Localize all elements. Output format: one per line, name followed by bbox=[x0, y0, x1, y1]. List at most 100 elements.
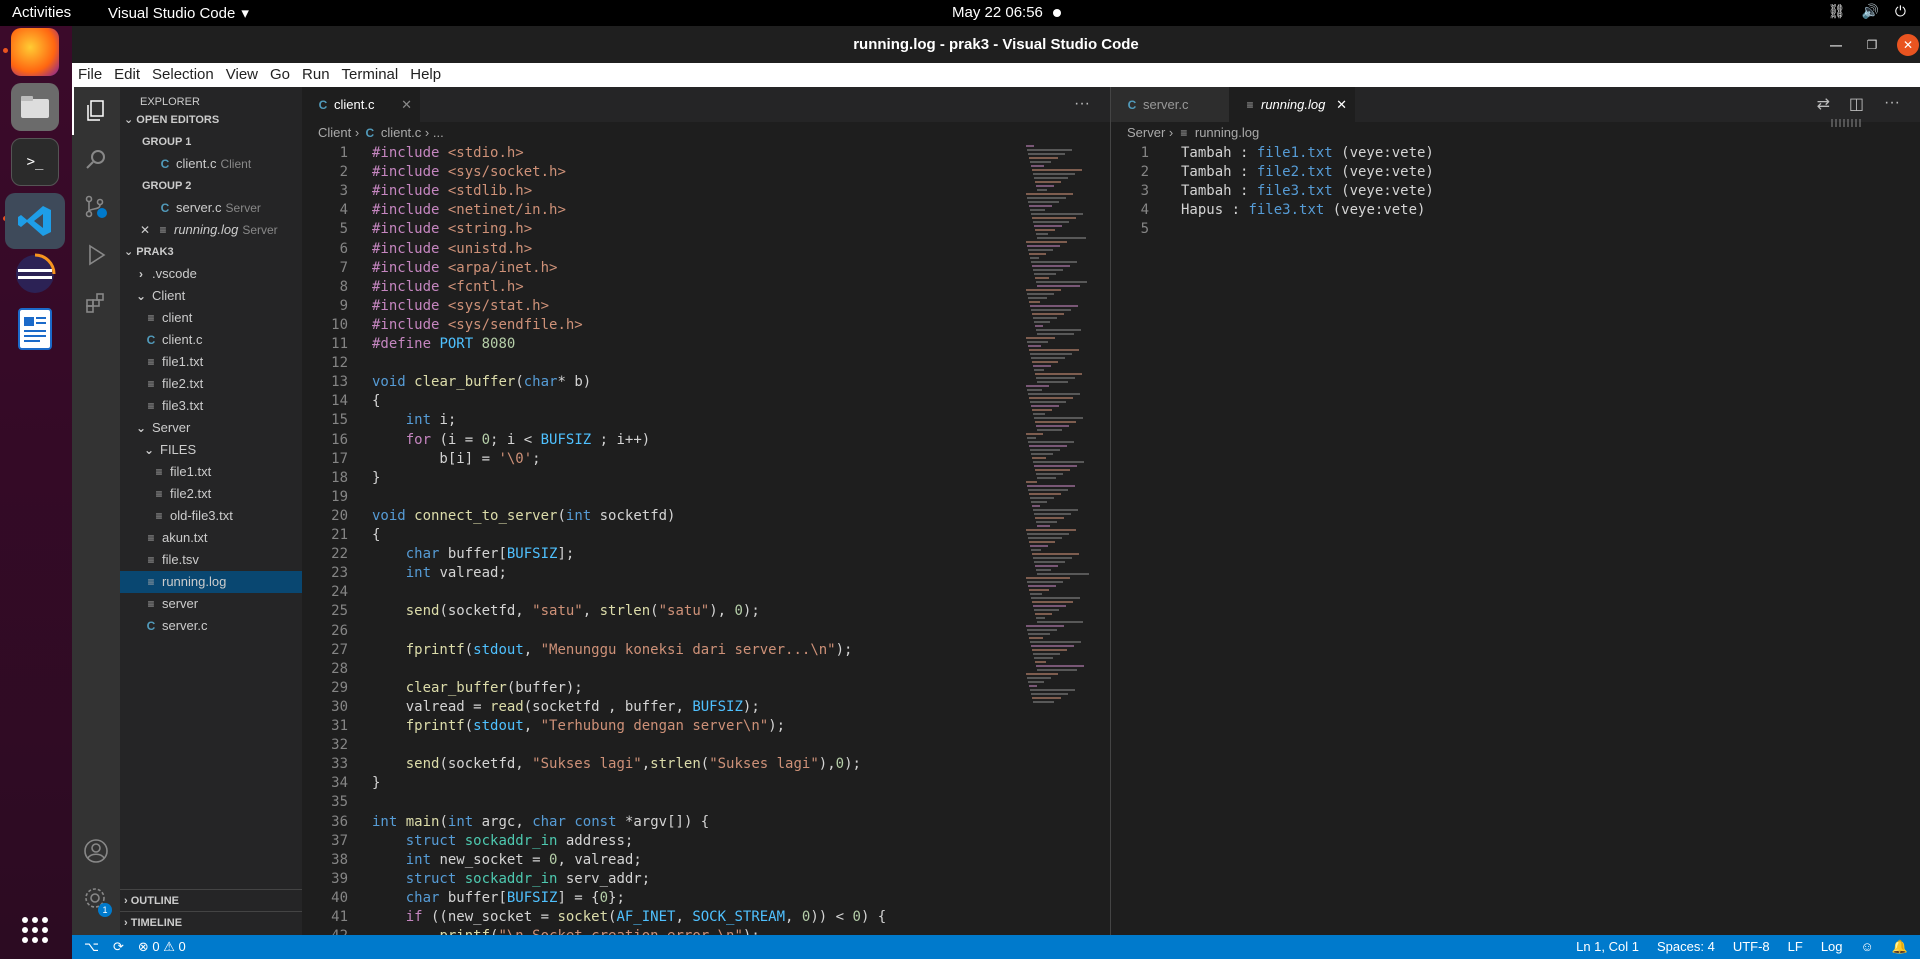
breadcrumb-file[interactable]: running.log bbox=[1195, 125, 1259, 140]
tree-folder-client[interactable]: ⌄ Client bbox=[120, 285, 302, 307]
open-editor-client-c[interactable]: Cclient.c Client bbox=[120, 153, 302, 175]
menu-file[interactable]: File bbox=[72, 63, 108, 87]
encoding[interactable]: UTF-8 bbox=[1733, 939, 1770, 955]
code-line[interactable]: { bbox=[372, 393, 380, 409]
eclipse-icon[interactable] bbox=[11, 250, 59, 298]
tab-server-c[interactable]: Cserver.c bbox=[1111, 87, 1229, 122]
split-editor-icon[interactable]: ◫ bbox=[1849, 94, 1864, 114]
system-tray[interactable]: ⛓ 🔊 ⏻ bbox=[1828, 3, 1906, 20]
close-icon[interactable]: ✕ bbox=[1336, 87, 1347, 122]
problems-indicator[interactable]: ⊗ 0 ⚠ 0 bbox=[138, 939, 186, 955]
code-line[interactable]: if ((new_socket = socket(AF_INET, SOCK_S… bbox=[372, 909, 887, 925]
code-line[interactable]: #include <netinet/in.h> bbox=[372, 202, 566, 218]
manage-gear-icon[interactable]: 1 bbox=[72, 875, 120, 923]
sync-icon[interactable]: ⟳ bbox=[113, 939, 124, 955]
open-editor-running-log[interactable]: ✕ ≡ running.log Server bbox=[120, 219, 302, 241]
show-applications-icon[interactable] bbox=[11, 906, 59, 954]
code-line[interactable]: int new_socket = 0, valread; bbox=[372, 852, 642, 868]
vscode-icon[interactable] bbox=[5, 193, 65, 249]
code-line[interactable]: #include <fcntl.h> bbox=[372, 279, 524, 295]
clock[interactable]: May 22 06:56 bbox=[952, 4, 1043, 21]
tree-file-client-file2[interactable]: ≡ file2.txt bbox=[120, 373, 302, 395]
cursor-position[interactable]: Ln 1, Col 1 bbox=[1576, 939, 1639, 955]
run-debug-icon[interactable] bbox=[72, 231, 120, 279]
more-actions-icon[interactable]: ··· bbox=[1884, 94, 1900, 112]
code-line[interactable]: char buffer[BUFSIZ]; bbox=[372, 546, 575, 562]
breadcrumb-folder[interactable]: Client bbox=[318, 125, 351, 140]
code-line[interactable]: } bbox=[372, 775, 380, 791]
close-icon[interactable]: ✕ bbox=[401, 87, 412, 122]
tree-file-client-file3[interactable]: ≡ file3.txt bbox=[120, 395, 302, 417]
close-button[interactable]: ✕ bbox=[1897, 34, 1919, 56]
tree-folder-vscode[interactable]: › .vscode bbox=[120, 263, 302, 285]
code-line[interactable]: clear_buffer(buffer); bbox=[372, 680, 583, 696]
tree-file-akun[interactable]: ≡ akun.txt bbox=[120, 527, 302, 549]
log-line[interactable]: Tambah : file1.txt (veye:vete) bbox=[1181, 145, 1434, 161]
code-line[interactable]: #define PORT 8080 bbox=[372, 336, 515, 352]
log-line[interactable]: Tambah : file2.txt (veye:vete) bbox=[1181, 164, 1434, 180]
code-line[interactable]: valread = read(socketfd , buffer, BUFSIZ… bbox=[372, 699, 760, 715]
code-line[interactable]: #include <sys/sendfile.h> bbox=[372, 317, 583, 333]
indentation[interactable]: Spaces: 4 bbox=[1657, 939, 1715, 955]
tree-file-client-c[interactable]: Cclient.c bbox=[120, 329, 302, 351]
code-line[interactable]: for (i = 0; i < BUFSIZ ; i++) bbox=[372, 432, 650, 448]
menu-edit[interactable]: Edit bbox=[108, 63, 146, 87]
breadcrumb-symbol[interactable]: ... bbox=[433, 125, 444, 140]
tree-file-server-file1[interactable]: ≡ file1.txt bbox=[120, 461, 302, 483]
code-line[interactable]: #include <stdlib.h> bbox=[372, 183, 532, 199]
files-icon[interactable] bbox=[11, 83, 59, 131]
code-line[interactable]: { bbox=[372, 527, 380, 543]
open-editor-server-c[interactable]: Cserver.c Server bbox=[120, 197, 302, 219]
feedback-icon[interactable]: ☺ bbox=[1861, 939, 1874, 955]
code-line[interactable]: void clear_buffer(char* b) bbox=[372, 374, 591, 390]
open-changes-icon[interactable]: ⇄ bbox=[1817, 94, 1830, 114]
explorer-icon[interactable] bbox=[72, 87, 120, 135]
menu-view[interactable]: View bbox=[220, 63, 264, 87]
code-line[interactable]: struct sockaddr_in serv_addr; bbox=[372, 871, 650, 887]
app-menu[interactable]: Visual Studio Code ▾ bbox=[108, 4, 249, 23]
source-control-icon[interactable] bbox=[72, 183, 120, 231]
tree-file-server-file2[interactable]: ≡ file2.txt bbox=[120, 483, 302, 505]
code-line[interactable]: fprintf(stdout, "Menunggu koneksi dari s… bbox=[372, 642, 853, 658]
code-line[interactable]: #include <sys/stat.h> bbox=[372, 298, 549, 314]
code-line[interactable]: #include <string.h> bbox=[372, 221, 532, 237]
terminal-icon[interactable]: >_ bbox=[11, 138, 59, 186]
code-line[interactable]: struct sockaddr_in address; bbox=[372, 833, 634, 849]
firefox-icon[interactable] bbox=[11, 28, 59, 76]
close-icon[interactable]: ✕ bbox=[138, 219, 152, 241]
extensions-icon[interactable] bbox=[72, 279, 120, 327]
tree-folder-server[interactable]: ⌄ Server bbox=[120, 417, 302, 439]
breadcrumb-folder[interactable]: Server bbox=[1127, 125, 1165, 140]
timeline-header[interactable]: › TIMELINE bbox=[120, 911, 302, 933]
project-header[interactable]: ⌄ PRAK3 bbox=[120, 241, 302, 263]
maximize-button[interactable]: ❐ bbox=[1861, 34, 1883, 56]
menu-go[interactable]: Go bbox=[264, 63, 296, 87]
tree-file-server[interactable]: ≡ server bbox=[120, 593, 302, 615]
tab-running-log[interactable]: ≡ running.log ✕ bbox=[1229, 87, 1355, 122]
code-line[interactable]: #include <arpa/inet.h> bbox=[372, 260, 557, 276]
code-line[interactable]: void connect_to_server(int socketfd) bbox=[372, 508, 675, 524]
code-line[interactable]: } bbox=[372, 470, 380, 486]
tree-file-client[interactable]: ≡ client bbox=[120, 307, 302, 329]
menu-help[interactable]: Help bbox=[404, 63, 447, 87]
code-line[interactable]: b[i] = '\0'; bbox=[372, 451, 540, 467]
tree-folder-files[interactable]: ⌄ FILES bbox=[120, 439, 302, 461]
end-of-line[interactable]: LF bbox=[1788, 939, 1803, 955]
language-mode[interactable]: Log bbox=[1821, 939, 1843, 955]
accounts-icon[interactable] bbox=[72, 827, 120, 875]
outline-header[interactable]: › OUTLINE bbox=[120, 889, 302, 911]
code-line[interactable]: int main(int argc, char const *argv[]) { bbox=[372, 814, 709, 830]
remote-icon[interactable]: ⌥ bbox=[84, 939, 99, 955]
notifications-icon[interactable]: 🔔 bbox=[1892, 939, 1908, 955]
more-actions-icon[interactable]: ··· bbox=[1074, 95, 1090, 113]
activities-button[interactable]: Activities bbox=[12, 4, 71, 21]
breadcrumb-file[interactable]: client.c bbox=[381, 125, 421, 140]
log-line[interactable]: Tambah : file3.txt (veye:vete) bbox=[1181, 183, 1434, 199]
code-line[interactable]: #include <unistd.h> bbox=[372, 241, 532, 257]
code-line[interactable]: send(socketfd, "satu", strlen("satu"), 0… bbox=[372, 603, 760, 619]
menu-terminal[interactable]: Terminal bbox=[336, 63, 405, 87]
open-editors-header[interactable]: ⌄ OPEN EDITORS bbox=[120, 109, 302, 131]
code-line[interactable]: #include <sys/socket.h> bbox=[372, 164, 566, 180]
code-line[interactable]: fprintf(stdout, "Terhubung dengan server… bbox=[372, 718, 785, 734]
code-line[interactable]: int i; bbox=[372, 412, 457, 428]
